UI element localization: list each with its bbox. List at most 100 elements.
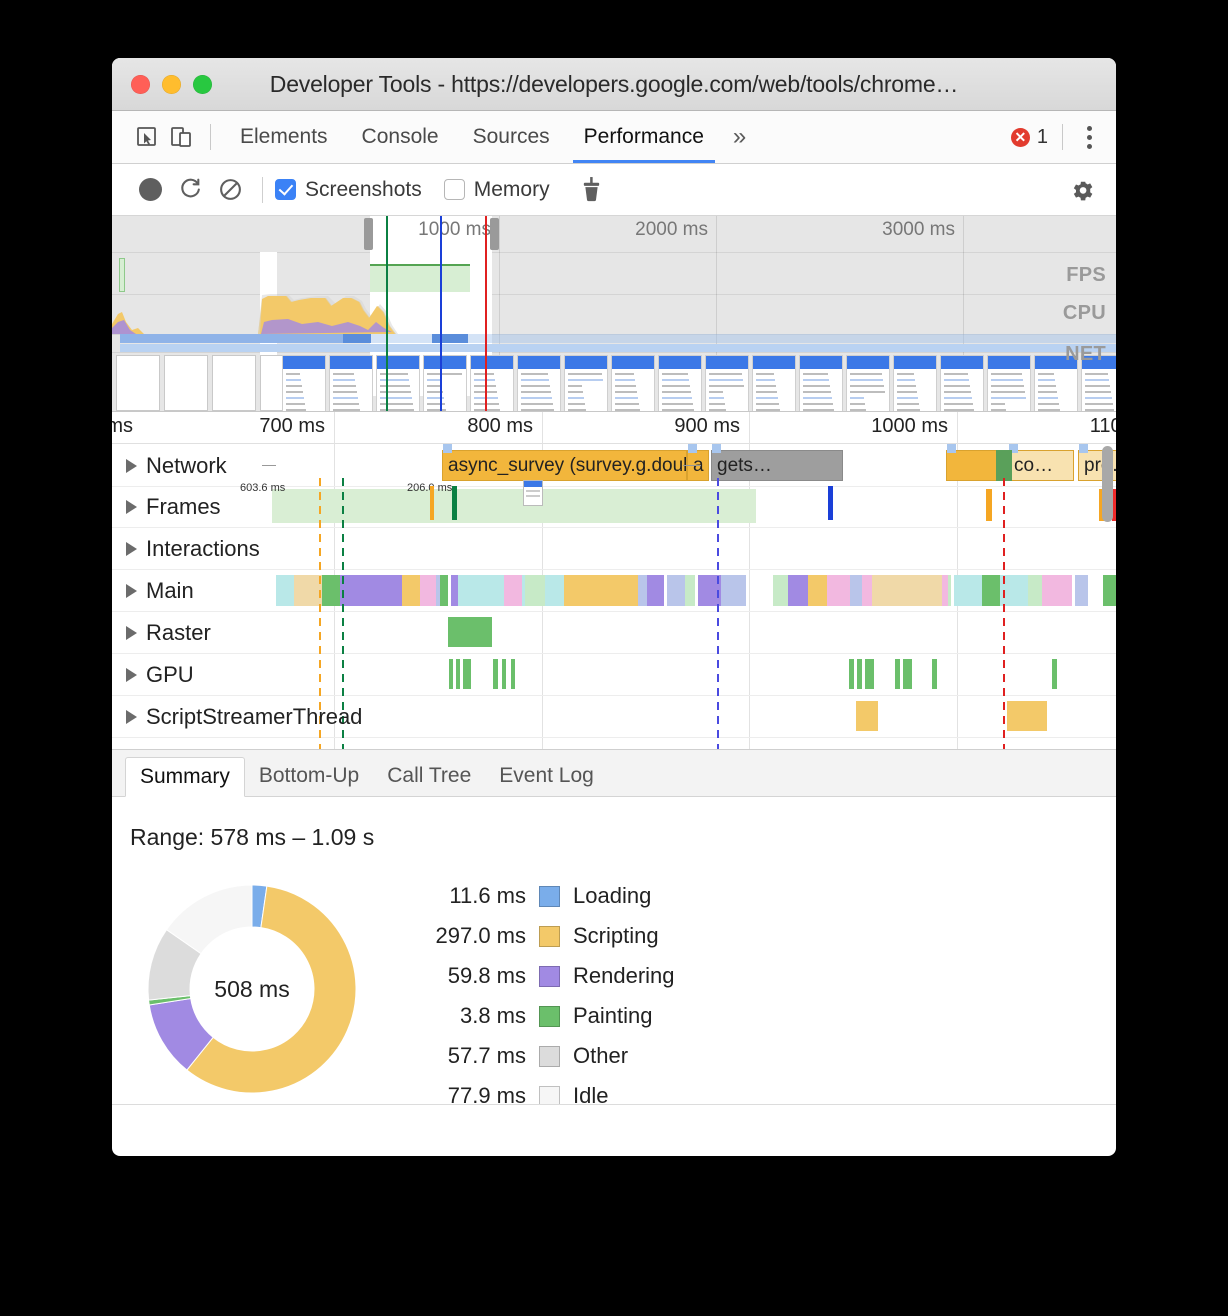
legend-item-loading[interactable]: 11.6 ms Loading [408,876,675,916]
main-thread-event[interactable] [808,575,827,606]
main-thread-event[interactable] [954,575,982,606]
expand-triangle-icon[interactable] [126,584,137,598]
track-raster[interactable]: Raster [112,612,1116,654]
track-gpu[interactable]: GPU [112,654,1116,696]
main-thread-event[interactable] [872,575,942,606]
gpu-event[interactable] [463,659,471,689]
close-button[interactable] [131,75,150,94]
main-thread-event[interactable] [340,575,402,606]
tab-summary[interactable]: Summary [125,757,245,797]
tab-event-log[interactable]: Event Log [485,756,608,796]
flamechart-scrollbar[interactable] [1102,446,1113,522]
legend-item-scripting[interactable]: 297.0 ms Scripting [408,916,675,956]
track-label-scriptstreamerthread[interactable]: ScriptStreamerThread [126,704,362,730]
filmstrip[interactable] [112,353,1116,411]
inspect-element-icon[interactable] [130,120,164,154]
screenshots-checkbox-box[interactable] [275,179,296,200]
expand-triangle-icon[interactable] [126,626,137,640]
main-thread-event[interactable] [440,575,448,606]
main-thread-event[interactable] [948,575,951,606]
main-thread-event[interactable] [458,575,504,606]
main-thread-event[interactable] [1042,575,1072,606]
track-label-frames[interactable]: Frames [126,494,221,520]
main-thread-event[interactable] [788,575,808,606]
tab-bottom-up[interactable]: Bottom-Up [245,756,373,796]
main-thread-event[interactable] [564,575,638,606]
tab-elements[interactable]: Elements [223,111,345,163]
track-scriptstreamerthread[interactable]: ScriptStreamerThread [112,696,1116,738]
frame-block[interactable] [272,489,756,523]
legend-item-other[interactable]: 57.7 ms Other [408,1036,675,1076]
main-thread-event[interactable] [1075,575,1088,606]
legend-item-rendering[interactable]: 59.8 ms Rendering [408,956,675,996]
gpu-event[interactable] [857,659,862,689]
error-badge[interactable]: ✕ 1 [1011,126,1048,149]
network-request-bar[interactable] [946,450,1003,481]
more-tabs-icon[interactable]: » [721,111,758,163]
network-request-bar[interactable]: co… [1008,450,1074,481]
memory-checkbox-box[interactable] [444,179,465,200]
flamechart[interactable]: ms700 ms800 ms900 ms1000 ms1100 m Networ… [112,412,1116,750]
main-thread-event[interactable] [982,575,1000,606]
raster-event[interactable] [448,617,492,647]
main-thread-event[interactable] [827,575,850,606]
expand-triangle-icon[interactable] [126,710,137,724]
track-label-main[interactable]: Main [126,578,194,604]
filmstrip-frame[interactable] [940,355,984,412]
script-streamer-event[interactable] [1007,701,1047,731]
main-thread-event[interactable] [647,575,664,606]
filmstrip-frame[interactable] [846,355,890,412]
filmstrip-frame[interactable] [329,355,373,412]
gpu-event[interactable] [502,659,506,689]
gpu-event[interactable] [511,659,515,689]
gpu-event[interactable] [449,659,453,689]
expand-triangle-icon[interactable] [126,668,137,682]
main-thread-event[interactable] [862,575,872,606]
filmstrip-frame[interactable] [752,355,796,412]
track-interactions[interactable]: Interactions [112,528,1116,570]
filmstrip-frame[interactable] [611,355,655,412]
main-thread-event[interactable] [721,575,746,606]
filmstrip-frame[interactable] [658,355,702,412]
main-thread-event[interactable] [850,575,862,606]
legend-item-painting[interactable]: 3.8 ms Painting [408,996,675,1036]
filmstrip-frame[interactable] [564,355,608,412]
filmstrip-frame[interactable] [282,355,326,412]
more-options-icon[interactable] [1077,126,1102,149]
main-thread-event[interactable] [294,575,322,606]
main-thread-event[interactable] [1103,575,1116,606]
filmstrip-frame[interactable] [116,355,160,411]
gpu-event[interactable] [932,659,937,689]
main-thread-event[interactable] [667,575,685,606]
expand-triangle-icon[interactable] [126,500,137,514]
gpu-event[interactable] [903,659,912,689]
tab-console[interactable]: Console [345,111,456,163]
zoom-button[interactable] [193,75,212,94]
main-thread-event[interactable] [402,575,420,606]
memory-checkbox[interactable]: Memory [444,178,550,202]
script-streamer-event[interactable] [856,701,878,731]
filmstrip-frame[interactable] [893,355,937,412]
main-thread-event[interactable] [685,575,695,606]
filmstrip-frame[interactable] [423,355,467,412]
clear-button[interactable] [210,170,250,210]
device-toolbar-icon[interactable] [164,120,198,154]
filmstrip-frame[interactable] [376,355,420,412]
overview-selection-handle[interactable] [364,218,373,250]
expand-triangle-icon[interactable] [126,542,137,556]
timeline-overview[interactable]: 1000 ms2000 ms3000 ms4000 msFPSCPUNET [112,216,1116,412]
gpu-event[interactable] [493,659,498,689]
main-thread-event[interactable] [1028,575,1043,606]
gpu-event[interactable] [1052,659,1057,689]
filmstrip-frame[interactable] [705,355,749,412]
gpu-event[interactable] [895,659,900,689]
filmstrip-frame[interactable] [470,355,514,412]
track-label-gpu[interactable]: GPU [126,662,194,688]
collect-garbage-icon[interactable] [572,170,612,210]
main-thread-event[interactable] [276,575,294,606]
gpu-event[interactable] [865,659,874,689]
filmstrip-frame[interactable] [212,355,256,411]
tab-performance[interactable]: Performance [567,111,721,163]
track-label-interactions[interactable]: Interactions [126,536,260,562]
capture-settings-icon[interactable] [1062,170,1102,210]
